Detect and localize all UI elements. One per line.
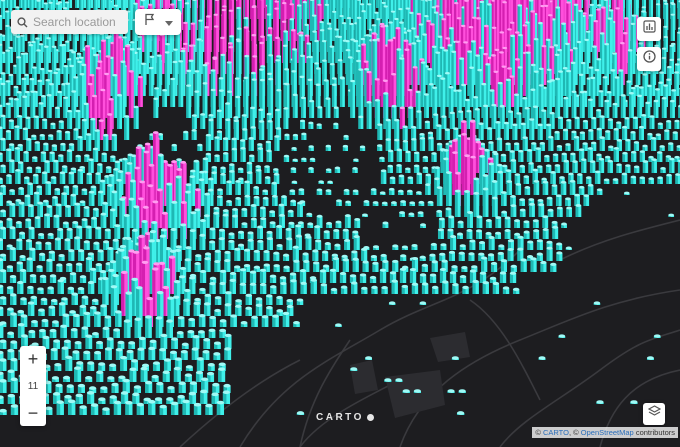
caret-down-icon [164,13,173,31]
carto-logo-text: CARTO [316,412,364,423]
layers-button[interactable] [643,403,665,425]
attribution-suffix: contributors [635,428,675,437]
carto-logo: CARTO [316,412,374,423]
filter-dropdown[interactable] [135,9,181,35]
attribution-separator: , © [568,428,579,437]
attribution-carto-link[interactable]: CARTO [543,428,569,437]
zoom-control: + 11 − [20,346,46,426]
search-box[interactable] [11,10,128,34]
chart-button[interactable] [637,17,661,41]
map-canvas[interactable] [0,0,680,447]
search-input[interactable] [33,15,123,29]
zoom-level: 11 [27,380,39,392]
zoom-in-button[interactable]: + [20,346,46,372]
bar-chart-icon [642,20,656,38]
basemap [0,0,680,447]
search-icon [11,16,33,28]
carto-logo-dot [366,414,374,421]
flag-icon [144,13,156,31]
info-button[interactable] [637,47,661,71]
attribution-osm-link[interactable]: OpenStreetMap [581,428,634,437]
attribution: © CARTO, © OpenStreetMap contributors [532,427,678,438]
layers-icon [647,405,661,423]
info-icon [642,50,656,68]
zoom-out-button[interactable]: − [20,400,46,426]
attribution-copyright: © [535,428,541,437]
